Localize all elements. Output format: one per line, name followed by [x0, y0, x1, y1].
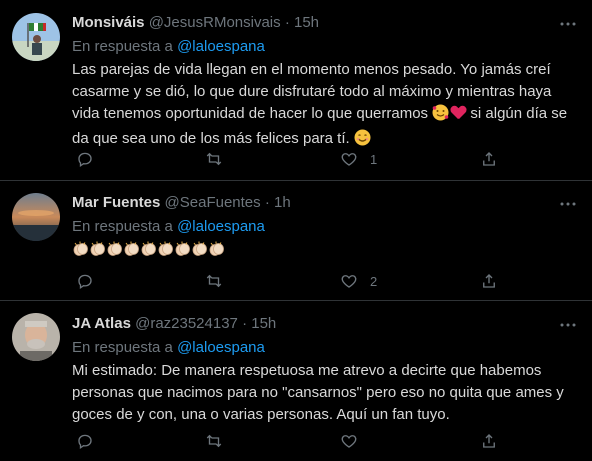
share-button[interactable] [480, 271, 498, 291]
more-options-button[interactable] [558, 194, 578, 214]
reply-mention-link[interactable]: @laloespana [177, 339, 265, 356]
tweet-text [72, 239, 582, 261]
reply-mention-link[interactable]: @laloespana [177, 218, 265, 235]
tweet[interactable]: JA Atlas @raz23524137 · 15h En respuesta… [0, 301, 592, 461]
user-handle[interactable]: @JesusRMonsivais [149, 14, 281, 31]
reply-prefix: En respuesta a [72, 218, 173, 235]
reply-context: En respuesta a @laloespana [72, 218, 265, 235]
clapping-hands-emoji [208, 240, 225, 257]
share-button[interactable] [480, 149, 498, 169]
user-handle[interactable]: @SeaFuentes [165, 194, 261, 211]
tweet-text: Mi estimado: De manera respetuosa me atr… [72, 362, 564, 423]
tweet-text: Las parejas de vida llegan en el momento… [72, 59, 582, 153]
clapping-hands-emoji [157, 240, 174, 257]
tweet-actions: 1 [72, 149, 507, 169]
avatar[interactable] [12, 313, 60, 361]
timestamp[interactable]: 1h [274, 194, 291, 211]
share-icon [483, 152, 495, 166]
clapping-hands-emoji [106, 240, 123, 257]
timestamp[interactable]: 15h [251, 315, 276, 332]
reply-mention-link[interactable]: @laloespana [177, 38, 265, 55]
clapping-hands-emoji [174, 240, 191, 257]
clapping-hands-emoji [123, 240, 140, 257]
more-icon [560, 323, 576, 327]
display-name[interactable]: Monsiváis [72, 14, 145, 31]
clapping-hands-emoji [72, 240, 89, 257]
retweet-button[interactable] [205, 271, 235, 291]
display-name[interactable]: Mar Fuentes [72, 194, 160, 211]
clapping-hands-emoji [191, 240, 208, 257]
reply-icon [78, 152, 92, 168]
retweet-button[interactable] [205, 431, 235, 451]
reply-icon [78, 434, 92, 450]
like-button[interactable]: 2 [340, 271, 377, 291]
user-handle[interactable]: @raz23524137 [135, 315, 238, 332]
tweet[interactable]: Monsiváis @JesusRMonsivais · 15h En resp… [0, 0, 592, 181]
reply-button[interactable] [76, 431, 106, 451]
more-icon [560, 202, 576, 206]
more-options-button[interactable] [558, 14, 578, 34]
more-icon [560, 22, 576, 26]
clapping-hands-emoji [89, 240, 106, 257]
tweet-header: JA Atlas @raz23524137 · 15h [72, 315, 276, 332]
share-icon [483, 434, 495, 448]
display-name[interactable]: JA Atlas [72, 315, 131, 332]
retweet-icon [206, 434, 222, 448]
heart-icon [341, 435, 357, 448]
reply-prefix: En respuesta a [72, 339, 173, 356]
reply-context: En respuesta a @laloespana [72, 38, 265, 55]
heart-icon [341, 153, 357, 166]
separator-dot: · [284, 14, 290, 31]
separator-dot: · [242, 315, 248, 332]
share-icon [483, 274, 495, 288]
reply-icon [78, 274, 92, 290]
smiling-face-with-hearts-emoji [432, 104, 449, 128]
retweet-button[interactable] [205, 149, 235, 169]
retweet-icon [206, 274, 222, 288]
like-count: 1 [370, 151, 378, 167]
tweet-header: Mar Fuentes @SeaFuentes · 1h [72, 194, 291, 211]
heart-icon [341, 275, 357, 288]
avatar[interactable] [12, 13, 60, 61]
like-button[interactable]: 1 [340, 149, 377, 169]
separator-dot: · [264, 194, 270, 211]
retweet-icon [206, 152, 222, 166]
reply-context: En respuesta a @laloespana [72, 339, 265, 356]
avatar[interactable] [12, 193, 60, 241]
tweet-header: Monsiváis @JesusRMonsivais · 15h [72, 14, 319, 31]
tweet-actions [72, 431, 507, 451]
clapping-hands-emoji [140, 240, 157, 257]
like-count: 2 [370, 273, 378, 289]
reply-button[interactable] [76, 271, 106, 291]
red-heart-emoji [451, 106, 466, 120]
more-options-button[interactable] [558, 315, 578, 335]
tweet[interactable]: Mar Fuentes @SeaFuentes · 1h En respuest… [0, 181, 592, 301]
timestamp[interactable]: 15h [294, 14, 319, 31]
reply-button[interactable] [76, 149, 106, 169]
share-button[interactable] [480, 431, 498, 451]
tweet-actions: 2 [72, 271, 507, 291]
reply-prefix: En respuesta a [72, 38, 173, 55]
like-button[interactable] [340, 431, 370, 451]
